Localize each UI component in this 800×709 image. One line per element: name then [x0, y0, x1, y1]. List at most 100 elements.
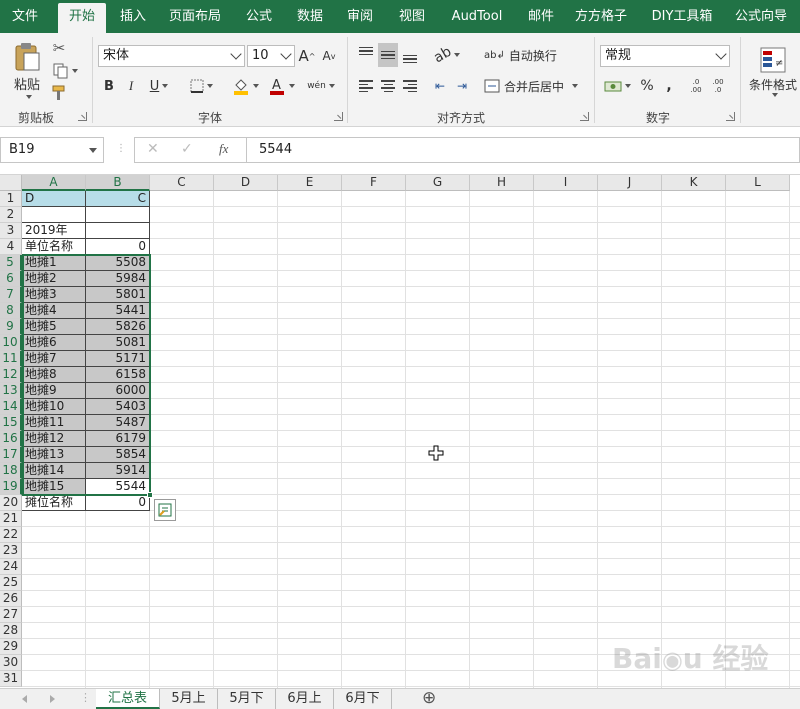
column-header-E[interactable]: E [278, 175, 342, 191]
cell-A14[interactable]: 地摊10 [22, 399, 86, 415]
cell-A15[interactable]: 地摊11 [22, 415, 86, 431]
row-header-10[interactable]: 10 [0, 335, 22, 351]
next-sheet-icon[interactable] [50, 695, 55, 703]
font-name-combo[interactable]: 宋体 [98, 45, 245, 67]
cell-B1[interactable]: C [86, 191, 150, 207]
cell-A17[interactable]: 地摊13 [22, 447, 86, 463]
cell-A20[interactable]: 摊位名称 [22, 495, 86, 511]
format-painter-button[interactable] [50, 84, 68, 102]
cell-B11[interactable]: 5171 [86, 351, 150, 367]
sheet-tab-4[interactable]: 6月下 [334, 689, 392, 709]
underline-button[interactable]: U [144, 75, 174, 97]
cell-A9[interactable]: 地摊5 [22, 319, 86, 335]
row-header-16[interactable]: 16 [0, 431, 22, 447]
cell-B5[interactable]: 5508 [86, 255, 150, 271]
row-header-27[interactable]: 27 [0, 607, 22, 623]
sheet-tab-1[interactable]: 5月上 [160, 689, 218, 709]
row-header-18[interactable]: 18 [0, 463, 22, 479]
cell-A5[interactable]: 地摊1 [22, 255, 86, 271]
copy-button[interactable] [50, 62, 80, 80]
cell-B4[interactable]: 0 [86, 239, 150, 255]
cell-B6[interactable]: 5984 [86, 271, 150, 287]
row-header-26[interactable]: 26 [0, 591, 22, 607]
font-launcher-icon[interactable] [334, 112, 343, 121]
row-header-28[interactable]: 28 [0, 623, 22, 639]
row-header-12[interactable]: 12 [0, 367, 22, 383]
row-header-13[interactable]: 13 [0, 383, 22, 399]
ribbon-tab-6[interactable]: 审阅 [338, 0, 382, 33]
cell-A16[interactable]: 地摊12 [22, 431, 86, 447]
comma-button[interactable]: , [660, 75, 678, 97]
cancel-edit-icon[interactable]: ✕ [147, 141, 159, 157]
clipboard-launcher-icon[interactable] [78, 112, 87, 121]
cell-A12[interactable]: 地摊8 [22, 367, 86, 383]
cell-B18[interactable]: 5914 [86, 463, 150, 479]
row-header-9[interactable]: 9 [0, 319, 22, 335]
column-header-F[interactable]: F [342, 175, 406, 191]
row-header-5[interactable]: 5 [0, 255, 22, 271]
italic-button[interactable]: I [122, 75, 140, 97]
column-header-L[interactable]: L [726, 175, 790, 191]
cell-A10[interactable]: 地摊6 [22, 335, 86, 351]
prev-sheet-icon[interactable] [22, 695, 27, 703]
ribbon-tab-0[interactable]: 文件 [0, 0, 50, 33]
confirm-edit-icon[interactable]: ✓ [181, 141, 193, 157]
cell-B9[interactable]: 5826 [86, 319, 150, 335]
cell-A13[interactable]: 地摊9 [22, 383, 86, 399]
grow-font-button[interactable]: A ^ [298, 45, 316, 67]
row-header-1[interactable]: 1 [0, 191, 22, 207]
cell-B12[interactable]: 6158 [86, 367, 150, 383]
align-middle-button[interactable] [378, 43, 398, 67]
phonetic-button[interactable]: wén [304, 75, 338, 97]
row-header-11[interactable]: 11 [0, 351, 22, 367]
decrease-indent-button[interactable]: ⇤ [430, 75, 450, 97]
column-header-H[interactable]: H [470, 175, 534, 191]
alignment-launcher-icon[interactable] [580, 112, 589, 121]
cell-B13[interactable]: 6000 [86, 383, 150, 399]
column-header-C[interactable]: C [150, 175, 214, 191]
name-box[interactable]: B19 [0, 137, 104, 163]
fill-color-button[interactable] [228, 75, 262, 97]
formula-input[interactable]: 5544 [246, 137, 800, 163]
ribbon-tab-3[interactable]: 页面布局 [162, 0, 228, 33]
font-color-button[interactable]: A [264, 75, 298, 97]
row-header-20[interactable]: 20 [0, 495, 22, 511]
ribbon-tab-2[interactable]: 插入 [112, 0, 154, 33]
row-header-29[interactable]: 29 [0, 639, 22, 655]
increase-decimal-button[interactable]: .0 .00 [686, 75, 706, 97]
row-header-8[interactable]: 8 [0, 303, 22, 319]
cut-button[interactable]: ✂ [50, 39, 68, 57]
row-header-4[interactable]: 4 [0, 239, 22, 255]
cell-A19[interactable]: 地摊15 [22, 479, 86, 495]
column-header-J[interactable]: J [598, 175, 662, 191]
borders-button[interactable] [186, 75, 216, 97]
row-header-23[interactable]: 23 [0, 543, 22, 559]
ribbon-tab-7[interactable]: 视图 [390, 0, 434, 33]
cell-A7[interactable]: 地摊3 [22, 287, 86, 303]
column-header-K[interactable]: K [662, 175, 726, 191]
number-launcher-icon[interactable] [726, 112, 735, 121]
cell-A4[interactable]: 单位名称 [22, 239, 86, 255]
cell-B2[interactable] [86, 207, 150, 223]
ribbon-tab-11[interactable]: DIY工具箱 [644, 0, 720, 33]
orientation-button[interactable]: ab [430, 43, 464, 67]
worksheet-grid[interactable]: ABCDEFGHIJKL 1 2 3 4 5 6 7 8 9 10 11 12 13 14 15 16 17 18… [0, 175, 800, 688]
cell-B14[interactable]: 5403 [86, 399, 150, 415]
cell-A8[interactable]: 地摊4 [22, 303, 86, 319]
column-header-G[interactable]: G [406, 175, 470, 191]
cell-A6[interactable]: 地摊2 [22, 271, 86, 287]
align-top-button[interactable] [356, 43, 376, 67]
wrap-text-button[interactable]: ab↲ 自动换行 [484, 43, 560, 67]
row-header-14[interactable]: 14 [0, 399, 22, 415]
row-header-15[interactable]: 15 [0, 415, 22, 431]
number-format-combo[interactable]: 常规 [600, 45, 730, 67]
increase-indent-button[interactable]: ⇥ [452, 75, 472, 97]
cell-B20[interactable]: 0 [86, 495, 150, 511]
cell-A3[interactable]: 2019年 [22, 223, 86, 239]
bold-button[interactable]: B [100, 75, 118, 97]
ribbon-tab-1[interactable]: 开始 [58, 3, 106, 33]
cell-B8[interactable]: 5441 [86, 303, 150, 319]
ribbon-tab-9[interactable]: 邮件 [520, 0, 562, 33]
cell-B3[interactable] [86, 223, 150, 239]
decrease-decimal-button[interactable]: .00 .0 [708, 75, 728, 97]
